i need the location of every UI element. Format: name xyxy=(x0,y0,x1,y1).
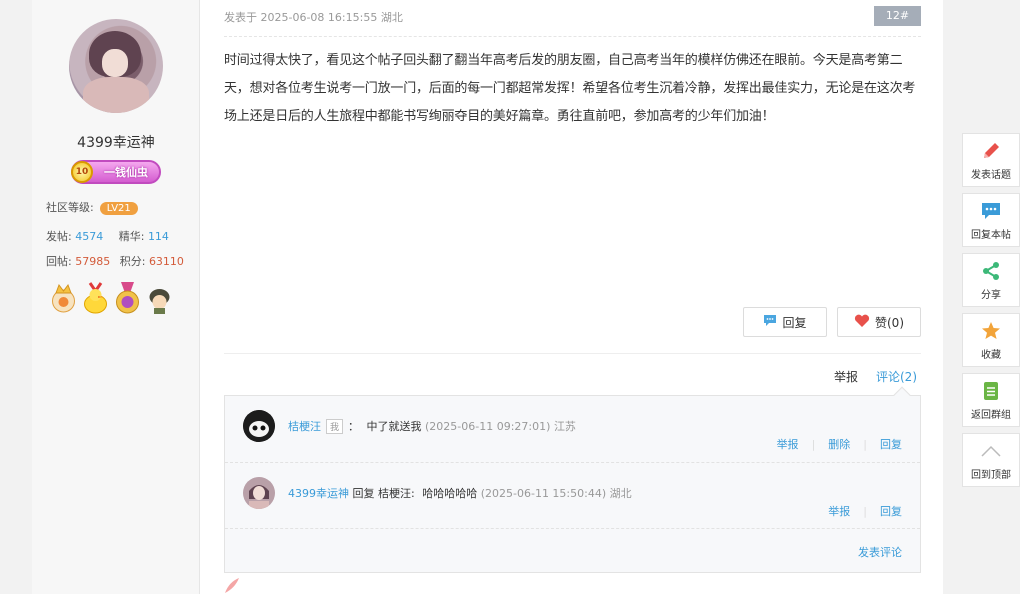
comments-link[interactable]: 评论(2) xyxy=(876,368,917,385)
stats-row-2: 回帖: 57985 积分: 63110 xyxy=(46,253,184,269)
comment-line: 桔梗汪我 ： 中了就送我 (2025-06-11 09:27:01) 江苏 xyxy=(288,418,576,434)
divider xyxy=(224,36,921,37)
divider xyxy=(224,353,921,354)
report-link[interactable]: 举报 xyxy=(834,368,858,385)
featured-label: 精华: xyxy=(118,230,145,243)
document-icon xyxy=(980,380,1002,402)
post-main: 发表于 2025-06-08 16:15:55 湖北 12# 时间过得太快了，看… xyxy=(200,0,943,594)
level-badge: LV21 xyxy=(99,202,138,215)
floating-toolbar: 发表话题 回复本帖 分享 收藏 返回群组 回到顶部 xyxy=(962,133,1020,493)
reply-word: 回复 xyxy=(352,487,375,500)
like-button-label: 赞(0) xyxy=(875,315,904,330)
toolbar-label: 返回群组 xyxy=(971,410,1011,421)
comment-time: (2025-06-11 09:27:01) xyxy=(425,420,551,433)
comment-line: 4399幸运神 回复 桔梗汪: 哈哈哈哈哈 (2025-06-11 15:50:… xyxy=(288,485,632,501)
gold-ribbon-medal-icon[interactable] xyxy=(114,281,141,315)
comment-section: 桔梗汪我 ： 中了就送我 (2025-06-11 09:27:01) 江苏 举报 |… xyxy=(224,386,921,573)
comment-text: 中了就送我 xyxy=(366,420,422,433)
reply-button[interactable]: 回复 xyxy=(743,307,827,337)
replies-label: 回帖: xyxy=(46,255,72,268)
soldier-medal-icon[interactable] xyxy=(146,281,173,315)
comment-delete-link[interactable]: 删除 xyxy=(828,438,850,451)
user-info-panel: 4399幸运神 10 一钱仙虫 社区等级: LV21 发帖: 4574 精华: 1… xyxy=(32,0,200,594)
title-badge: 10 一钱仙虫 xyxy=(71,160,161,184)
post-content: 时间过得太快了，看见这个帖子回头翻了翻当年高考后发的朋友圈，自己高考当年的模样仿… xyxy=(224,53,916,124)
toolbar-label: 发表话题 xyxy=(971,170,1011,181)
comment-time: (2025-06-11 15:50:44) xyxy=(480,487,607,500)
comment-text: 哈哈哈哈哈 xyxy=(422,487,478,500)
floor-number: 12# xyxy=(874,6,921,26)
comment-report-link[interactable]: 举报 xyxy=(828,505,850,518)
toolbar-reply-post-button[interactable]: 回复本帖 xyxy=(962,193,1020,247)
medal-list xyxy=(50,281,173,315)
duck-medal-icon[interactable] xyxy=(82,281,109,315)
comment-location: 江苏 xyxy=(553,420,576,433)
community-level-label: 社区等级: xyxy=(46,201,94,214)
comment-actions: 举报 | 回复 xyxy=(828,505,902,518)
avatar[interactable] xyxy=(69,19,163,113)
title-badge-level: 10 xyxy=(71,161,93,183)
feather-icon xyxy=(223,576,241,594)
community-level: 社区等级: LV21 xyxy=(46,199,138,215)
comment-avatar[interactable] xyxy=(243,477,275,509)
toolbar-label: 分享 xyxy=(981,290,1001,301)
toolbar-label: 回到顶部 xyxy=(971,470,1011,481)
pencil-icon xyxy=(980,140,1002,162)
comment-avatar[interactable] xyxy=(243,410,275,442)
comment-location: 湖北 xyxy=(609,487,632,500)
toolbar-label: 回复本帖 xyxy=(971,230,1011,241)
comment-author[interactable]: 桔梗汪 xyxy=(288,420,321,433)
post-meta: 发表于 2025-06-08 16:15:55 湖北 xyxy=(224,11,403,24)
chat-bubble-icon xyxy=(980,200,1002,222)
toolbar-back-to-top-button[interactable]: 回到顶部 xyxy=(962,433,1020,487)
points-label: 积分: xyxy=(119,255,146,268)
divider xyxy=(225,462,920,463)
reply-button-label: 回复 xyxy=(782,315,807,330)
toolbar-back-to-group-button[interactable]: 返回群组 xyxy=(962,373,1020,427)
username[interactable]: 4399幸运神 xyxy=(32,132,200,152)
replies-value: 57985 xyxy=(75,255,111,268)
share-icon xyxy=(980,260,1002,282)
crown-medal-icon[interactable] xyxy=(50,281,77,315)
comment-reply-link[interactable]: 回复 xyxy=(880,505,902,518)
toolbar-label: 收藏 xyxy=(981,350,1001,361)
featured-value[interactable]: 114 xyxy=(148,230,169,243)
toolbar-new-topic-button[interactable]: 发表话题 xyxy=(962,133,1020,187)
me-tag: 我 xyxy=(326,419,344,434)
stats-row-1: 发帖: 4574 精华: 114 xyxy=(46,228,169,244)
posts-value[interactable]: 4574 xyxy=(75,230,103,243)
toolbar-favorite-button[interactable]: 收藏 xyxy=(962,313,1020,367)
divider xyxy=(225,528,920,529)
title-badge-text: 一钱仙虫 xyxy=(104,166,148,179)
toolbar-share-button[interactable]: 分享 xyxy=(962,253,1020,307)
star-icon xyxy=(980,320,1002,342)
post-comment-link[interactable]: 发表评论 xyxy=(858,544,902,560)
posts-label: 发帖: xyxy=(46,230,72,243)
chat-bubble-icon xyxy=(763,314,777,330)
heart-icon xyxy=(854,314,870,331)
comment-report-link[interactable]: 举报 xyxy=(777,438,799,451)
comment-author[interactable]: 4399幸运神 xyxy=(288,487,349,500)
comment-reply-link[interactable]: 回复 xyxy=(880,438,902,451)
like-button[interactable]: 赞(0) xyxy=(837,307,921,337)
comment-separator: ： xyxy=(348,420,360,433)
chevron-up-icon xyxy=(980,440,1002,462)
points-value: 63110 xyxy=(148,255,184,268)
comment-actions: 举报 | 删除 | 回复 xyxy=(776,438,902,451)
reply-to-user[interactable]: 桔梗汪: xyxy=(378,487,415,500)
